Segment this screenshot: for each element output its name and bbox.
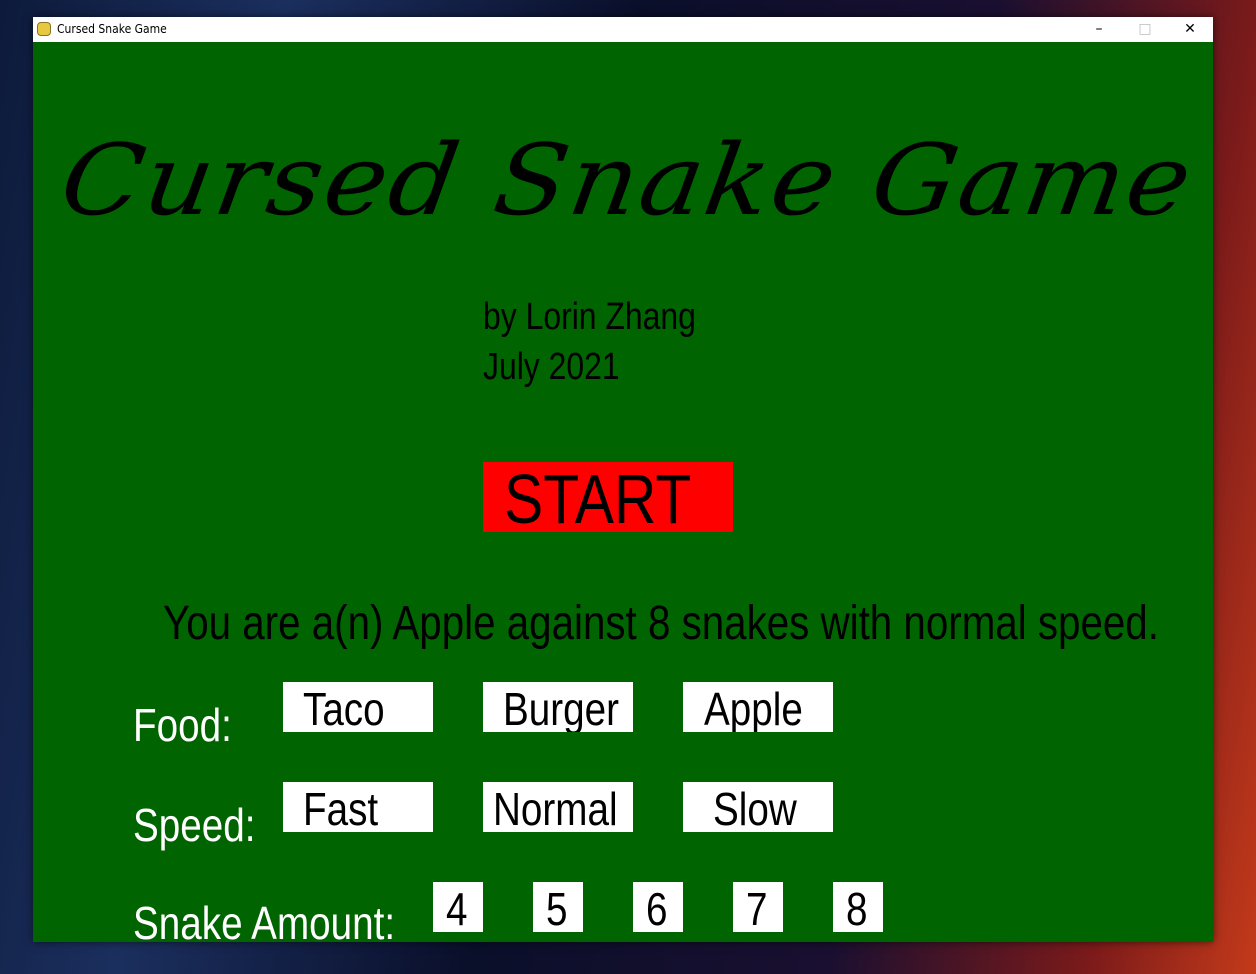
snake-4-button[interactable]: 4: [433, 882, 483, 932]
food-option-label: Taco: [303, 683, 385, 732]
game-window: Cursed Snake Game – □ ✕ Cursed Snake Gam…: [33, 17, 1213, 946]
snake-6-button[interactable]: 6: [633, 882, 683, 932]
snake-amount-label: Snake Amount:: [133, 897, 396, 949]
snake-5-button[interactable]: 5: [533, 882, 583, 932]
game-canvas: Cursed Snake Game by Lorin Zhang July 20…: [33, 42, 1213, 946]
food-taco-button[interactable]: Taco: [283, 682, 433, 732]
speed-option-label: Fast: [303, 783, 379, 832]
food-apple-button[interactable]: Apple: [683, 682, 833, 732]
snake-8-button[interactable]: 8: [833, 882, 883, 932]
close-button[interactable]: ✕: [1167, 17, 1213, 42]
speed-label: Speed:: [133, 799, 256, 851]
title-bar[interactable]: Cursed Snake Game – □ ✕: [33, 17, 1213, 42]
snake-7-button[interactable]: 7: [733, 882, 783, 932]
start-label: START: [504, 460, 692, 538]
snake-option-label: 5: [546, 883, 568, 932]
speed-fast-button[interactable]: Fast: [283, 782, 433, 832]
game-title: Cursed Snake Game: [53, 124, 1201, 238]
food-option-label: Apple: [704, 683, 803, 732]
food-burger-button[interactable]: Burger: [483, 682, 633, 732]
snake-option-label: 4: [446, 883, 468, 932]
speed-option-label: Slow: [713, 783, 797, 832]
speed-slow-button[interactable]: Slow: [683, 782, 833, 832]
author-text: by Lorin Zhang: [483, 296, 696, 338]
minimize-button[interactable]: –: [1076, 17, 1122, 42]
snake-option-label: 8: [846, 883, 868, 932]
snake-option-label: 7: [746, 883, 768, 932]
maximize-button[interactable]: □: [1122, 17, 1168, 42]
start-button[interactable]: START: [483, 460, 733, 538]
status-text: You are a(n) Apple against 8 snakes with…: [163, 597, 1159, 650]
food-option-label: Burger: [503, 683, 619, 732]
snake-option-label: 6: [646, 883, 668, 932]
food-label: Food:: [133, 699, 232, 751]
date-text: July 2021: [483, 346, 620, 388]
window-title: Cursed Snake Game: [57, 22, 167, 36]
pygame-snake-icon: [37, 22, 51, 36]
speed-option-label: Normal: [493, 783, 618, 832]
speed-normal-button[interactable]: Normal: [483, 782, 633, 832]
